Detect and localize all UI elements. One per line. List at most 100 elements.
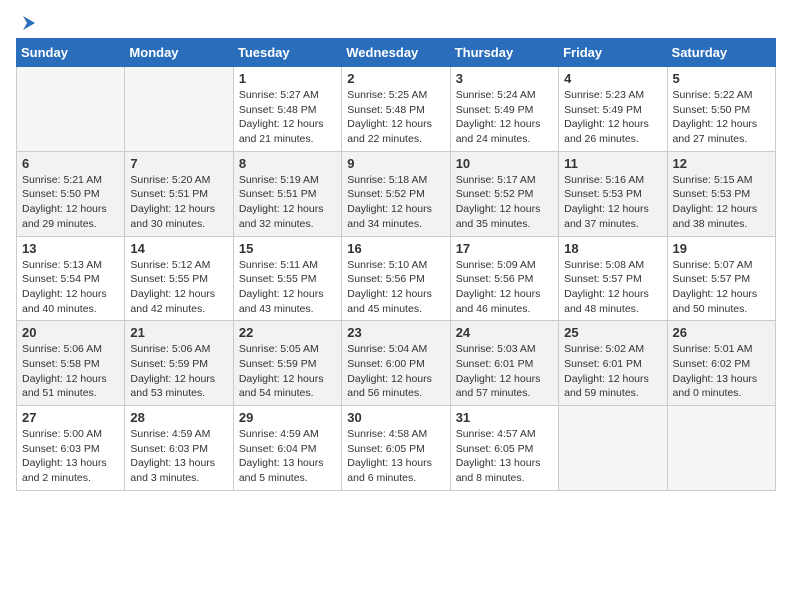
daylight-label: Daylight: 12 hours and 43 minutes.: [239, 288, 324, 315]
calendar-week-row: 6 Sunrise: 5:21 AM Sunset: 5:50 PM Dayli…: [17, 151, 776, 236]
sunrise-time: 5:12 AM: [172, 259, 211, 271]
day-number: 2: [347, 71, 444, 86]
calendar-cell: 9 Sunrise: 5:18 AM Sunset: 5:52 PM Dayli…: [342, 151, 450, 236]
day-info: Sunrise: 5:03 AM Sunset: 6:01 PM Dayligh…: [456, 342, 553, 401]
day-info: Sunrise: 5:10 AM Sunset: 5:56 PM Dayligh…: [347, 258, 444, 317]
sunrise-label: Sunrise:: [456, 259, 497, 271]
sunrise-label: Sunrise:: [456, 343, 497, 355]
weekday-header-wednesday: Wednesday: [342, 39, 450, 67]
day-info: Sunrise: 5:02 AM Sunset: 6:01 PM Dayligh…: [564, 342, 661, 401]
sunrise-label: Sunrise:: [22, 343, 63, 355]
sunrise-label: Sunrise:: [673, 343, 714, 355]
daylight-label: Daylight: 12 hours and 30 minutes.: [130, 203, 215, 230]
sunrise-label: Sunrise:: [564, 174, 605, 186]
sunset-time: 6:05 PM: [386, 443, 425, 455]
sunset-label: Sunset:: [347, 104, 386, 116]
calendar-cell: 6 Sunrise: 5:21 AM Sunset: 5:50 PM Dayli…: [17, 151, 125, 236]
sunset-time: 6:04 PM: [277, 443, 316, 455]
sunrise-label: Sunrise:: [239, 343, 280, 355]
sunset-label: Sunset:: [564, 358, 603, 370]
sunrise-time: 5:01 AM: [714, 343, 753, 355]
day-info: Sunrise: 4:59 AM Sunset: 6:03 PM Dayligh…: [130, 427, 227, 486]
daylight-label: Daylight: 12 hours and 51 minutes.: [22, 373, 107, 400]
sunset-label: Sunset:: [564, 104, 603, 116]
sunrise-time: 5:07 AM: [714, 259, 753, 271]
sunrise-time: 5:03 AM: [497, 343, 536, 355]
sunset-time: 5:48 PM: [277, 104, 316, 116]
sunrise-label: Sunrise:: [673, 174, 714, 186]
sunrise-label: Sunrise:: [347, 89, 388, 101]
day-number: 11: [564, 156, 661, 171]
sunrise-time: 5:00 AM: [63, 428, 102, 440]
calendar-cell: 4 Sunrise: 5:23 AM Sunset: 5:49 PM Dayli…: [559, 67, 667, 152]
day-info: Sunrise: 5:21 AM Sunset: 5:50 PM Dayligh…: [22, 173, 119, 232]
weekday-header-tuesday: Tuesday: [233, 39, 341, 67]
day-info: Sunrise: 5:12 AM Sunset: 5:55 PM Dayligh…: [130, 258, 227, 317]
sunset-time: 5:49 PM: [603, 104, 642, 116]
sunset-label: Sunset:: [239, 104, 278, 116]
calendar-cell: 12 Sunrise: 5:15 AM Sunset: 5:53 PM Dayl…: [667, 151, 775, 236]
calendar-cell: 19 Sunrise: 5:07 AM Sunset: 5:57 PM Dayl…: [667, 236, 775, 321]
sunrise-time: 5:06 AM: [63, 343, 102, 355]
sunset-time: 6:02 PM: [711, 358, 750, 370]
sunrise-label: Sunrise:: [564, 89, 605, 101]
day-info: Sunrise: 5:19 AM Sunset: 5:51 PM Dayligh…: [239, 173, 336, 232]
daylight-label: Daylight: 12 hours and 22 minutes.: [347, 118, 432, 145]
sunrise-time: 4:57 AM: [497, 428, 536, 440]
sunrise-time: 5:05 AM: [280, 343, 319, 355]
sunset-label: Sunset:: [456, 273, 495, 285]
day-info: Sunrise: 5:16 AM Sunset: 5:53 PM Dayligh…: [564, 173, 661, 232]
day-info: Sunrise: 5:01 AM Sunset: 6:02 PM Dayligh…: [673, 342, 770, 401]
sunrise-label: Sunrise:: [239, 89, 280, 101]
sunrise-time: 5:10 AM: [389, 259, 428, 271]
daylight-label: Daylight: 12 hours and 48 minutes.: [564, 288, 649, 315]
sunrise-label: Sunrise:: [673, 259, 714, 271]
sunrise-label: Sunrise:: [239, 174, 280, 186]
calendar-cell: 29 Sunrise: 4:59 AM Sunset: 6:04 PM Dayl…: [233, 406, 341, 491]
sunset-label: Sunset:: [347, 358, 386, 370]
day-number: 26: [673, 325, 770, 340]
daylight-label: Daylight: 13 hours and 3 minutes.: [130, 457, 215, 484]
calendar-week-row: 20 Sunrise: 5:06 AM Sunset: 5:58 PM Dayl…: [17, 321, 776, 406]
sunset-time: 5:57 PM: [603, 273, 642, 285]
calendar-cell: 20 Sunrise: 5:06 AM Sunset: 5:58 PM Dayl…: [17, 321, 125, 406]
calendar-cell: 31 Sunrise: 4:57 AM Sunset: 6:05 PM Dayl…: [450, 406, 558, 491]
day-number: 17: [456, 241, 553, 256]
daylight-label: Daylight: 12 hours and 37 minutes.: [564, 203, 649, 230]
daylight-label: Daylight: 13 hours and 2 minutes.: [22, 457, 107, 484]
day-info: Sunrise: 5:13 AM Sunset: 5:54 PM Dayligh…: [22, 258, 119, 317]
sunrise-time: 5:27 AM: [280, 89, 319, 101]
day-info: Sunrise: 5:20 AM Sunset: 5:51 PM Dayligh…: [130, 173, 227, 232]
sunset-label: Sunset:: [456, 188, 495, 200]
sunset-time: 5:53 PM: [711, 188, 750, 200]
sunset-time: 6:00 PM: [386, 358, 425, 370]
sunset-time: 5:59 PM: [169, 358, 208, 370]
sunrise-label: Sunrise:: [22, 259, 63, 271]
day-number: 10: [456, 156, 553, 171]
sunrise-time: 5:09 AM: [497, 259, 536, 271]
daylight-label: Daylight: 13 hours and 0 minutes.: [673, 373, 758, 400]
sunset-time: 5:48 PM: [386, 104, 425, 116]
sunset-label: Sunset:: [673, 188, 712, 200]
day-number: 27: [22, 410, 119, 425]
calendar-cell: 25 Sunrise: 5:02 AM Sunset: 6:01 PM Dayl…: [559, 321, 667, 406]
sunset-label: Sunset:: [130, 358, 169, 370]
sunset-label: Sunset:: [239, 188, 278, 200]
sunset-label: Sunset:: [239, 358, 278, 370]
weekday-header-saturday: Saturday: [667, 39, 775, 67]
daylight-label: Daylight: 12 hours and 40 minutes.: [22, 288, 107, 315]
day-info: Sunrise: 5:08 AM Sunset: 5:57 PM Dayligh…: [564, 258, 661, 317]
calendar-cell: 8 Sunrise: 5:19 AM Sunset: 5:51 PM Dayli…: [233, 151, 341, 236]
sunset-time: 5:59 PM: [277, 358, 316, 370]
sunrise-time: 5:18 AM: [389, 174, 428, 186]
sunset-label: Sunset:: [22, 188, 61, 200]
sunset-time: 5:56 PM: [386, 273, 425, 285]
sunset-label: Sunset:: [130, 273, 169, 285]
day-number: 22: [239, 325, 336, 340]
sunset-label: Sunset:: [564, 273, 603, 285]
page-header: [16, 16, 776, 30]
daylight-label: Daylight: 12 hours and 29 minutes.: [22, 203, 107, 230]
calendar-cell: [667, 406, 775, 491]
sunrise-label: Sunrise:: [22, 428, 63, 440]
sunset-time: 5:56 PM: [494, 273, 533, 285]
